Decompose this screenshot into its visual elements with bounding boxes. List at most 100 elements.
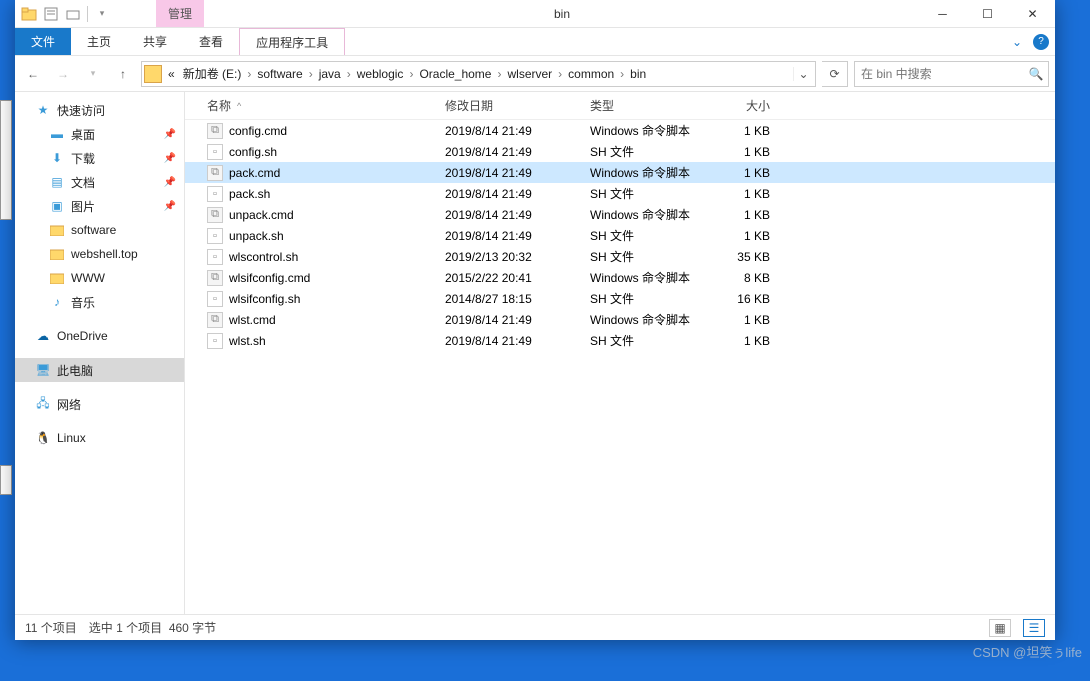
status-selected: 选中 1 个项目 460 字节 xyxy=(89,619,216,636)
tab-file[interactable]: 文件 xyxy=(15,28,71,55)
nav-label: OneDrive xyxy=(57,329,108,343)
file-name: wlsifconfig.sh xyxy=(229,292,300,306)
nav-pictures[interactable]: ▣图片📌 xyxy=(15,194,184,218)
file-name: config.sh xyxy=(229,145,277,159)
breadcrumb-item[interactable]: wlserver xyxy=(503,67,556,81)
breadcrumb-item[interactable]: weblogic xyxy=(353,67,408,81)
file-name: config.cmd xyxy=(229,124,287,138)
file-size: 1 KB xyxy=(712,208,780,222)
file-row[interactable]: ▫config.sh2019/8/14 21:49SH 文件1 KB xyxy=(185,141,1055,162)
breadcrumb-item[interactable]: 新加卷 (E:) xyxy=(179,67,246,81)
tab-view[interactable]: 查看 xyxy=(183,28,239,55)
view-details-button[interactable]: ☰ xyxy=(1023,619,1045,637)
ribbon-expand-icon[interactable]: ⌄ xyxy=(1007,28,1027,55)
tab-app-tools[interactable]: 应用程序工具 xyxy=(239,28,345,55)
nav-folder-software[interactable]: software xyxy=(15,218,184,242)
search-box[interactable]: 🔍 xyxy=(854,61,1049,87)
file-pane: 名称^ 修改日期 类型 大小 ⧉config.cmd2019/8/14 21:4… xyxy=(185,92,1055,614)
properties-icon[interactable] xyxy=(43,6,59,22)
nav-label: WWW xyxy=(71,271,105,285)
cloud-icon: ☁ xyxy=(35,328,51,344)
background-window-edge xyxy=(0,465,12,495)
file-size: 1 KB xyxy=(712,187,780,201)
file-row[interactable]: ⧉unpack.cmd2019/8/14 21:49Windows 命令脚本1 … xyxy=(185,204,1055,225)
file-row[interactable]: ▫wlst.sh2019/8/14 21:49SH 文件1 KB xyxy=(185,330,1055,351)
file-type: SH 文件 xyxy=(590,248,712,265)
nav-desktop[interactable]: ▬桌面📌 xyxy=(15,122,184,146)
file-row[interactable]: ⧉pack.cmd2019/8/14 21:49Windows 命令脚本1 KB xyxy=(185,162,1055,183)
file-name: wlsifconfig.cmd xyxy=(229,271,310,285)
nav-folder-webshell[interactable]: webshell.top xyxy=(15,242,184,266)
breadcrumb-item[interactable]: Oracle_home xyxy=(415,67,495,81)
folder-icon xyxy=(49,246,65,262)
nav-network[interactable]: 🖧网络 xyxy=(15,392,184,416)
titlebar[interactable]: ▾ 管理 bin ─ ☐ ✕ xyxy=(15,0,1055,28)
col-type[interactable]: 类型 xyxy=(590,97,712,114)
file-date: 2019/8/14 21:49 xyxy=(445,145,590,159)
file-row[interactable]: ▫wlsifconfig.sh2014/8/27 18:15SH 文件16 KB xyxy=(185,288,1055,309)
folder-icon xyxy=(49,270,65,286)
linux-icon: 🐧 xyxy=(35,430,51,446)
breadcrumb-item[interactable]: software xyxy=(253,67,306,81)
help-icon: ? xyxy=(1033,34,1049,50)
file-row[interactable]: ▫unpack.sh2019/8/14 21:49SH 文件1 KB xyxy=(185,225,1055,246)
file-name: wlst.cmd xyxy=(229,313,276,327)
nav-this-pc[interactable]: 🖥此电脑 xyxy=(15,358,184,382)
new-folder-icon[interactable] xyxy=(65,6,81,22)
nav-downloads[interactable]: ⬇下载📌 xyxy=(15,146,184,170)
chevron-right-icon[interactable]: › xyxy=(307,67,315,81)
file-row[interactable]: ⧉config.cmd2019/8/14 21:49Windows 命令脚本1 … xyxy=(185,120,1055,141)
breadcrumb-item[interactable]: bin xyxy=(626,67,650,81)
nav-onedrive[interactable]: ☁ OneDrive xyxy=(15,324,184,348)
status-bar: 11 个项目 选中 1 个项目 460 字节 ▦ ☰ xyxy=(15,614,1055,640)
file-icon: ▫ xyxy=(207,249,223,265)
close-button[interactable]: ✕ xyxy=(1010,0,1055,28)
file-row[interactable]: ⧉wlst.cmd2019/8/14 21:49Windows 命令脚本1 KB xyxy=(185,309,1055,330)
star-icon: ★ xyxy=(35,102,51,118)
search-input[interactable] xyxy=(855,67,1024,81)
file-icon: ⧉ xyxy=(207,207,223,223)
recent-dropdown[interactable]: ▾ xyxy=(81,62,105,86)
help-button[interactable]: ? xyxy=(1027,28,1055,55)
address-bar[interactable]: « 新加卷 (E:)›software›java›weblogic›Oracle… xyxy=(141,61,816,87)
file-name: wlst.sh xyxy=(229,334,266,348)
nav-label: 桌面 xyxy=(71,126,95,143)
document-icon: ▤ xyxy=(49,174,65,190)
col-name[interactable]: 名称^ xyxy=(185,97,445,114)
qat-dropdown-icon[interactable]: ▾ xyxy=(94,6,110,22)
file-row[interactable]: ⧉wlsifconfig.cmd2015/2/22 20:41Windows 命… xyxy=(185,267,1055,288)
breadcrumb-item[interactable]: common xyxy=(564,67,618,81)
chevron-right-icon[interactable]: › xyxy=(556,67,564,81)
nav-quick-access[interactable]: ★快速访问 xyxy=(15,98,184,122)
breadcrumb-overflow[interactable]: « xyxy=(164,67,179,81)
nav-music[interactable]: ♪音乐 xyxy=(15,290,184,314)
nav-documents[interactable]: ▤文档📌 xyxy=(15,170,184,194)
file-type: Windows 命令脚本 xyxy=(590,311,712,328)
file-row[interactable]: ▫pack.sh2019/8/14 21:49SH 文件1 KB xyxy=(185,183,1055,204)
file-type: SH 文件 xyxy=(590,185,712,202)
tab-share[interactable]: 共享 xyxy=(127,28,183,55)
search-icon[interactable]: 🔍 xyxy=(1024,67,1048,81)
minimize-button[interactable]: ─ xyxy=(920,0,965,28)
music-icon: ♪ xyxy=(49,294,65,310)
chevron-right-icon[interactable]: › xyxy=(345,67,353,81)
download-icon: ⬇ xyxy=(49,150,65,166)
nav-linux[interactable]: 🐧Linux xyxy=(15,426,184,450)
file-row[interactable]: ▫wlscontrol.sh2019/2/13 20:32SH 文件35 KB xyxy=(185,246,1055,267)
maximize-button[interactable]: ☐ xyxy=(965,0,1010,28)
up-button[interactable]: ↑ xyxy=(111,62,135,86)
breadcrumb-item[interactable]: java xyxy=(315,67,345,81)
path-dropdown-icon[interactable]: ⌄ xyxy=(793,67,813,81)
file-icon: ▫ xyxy=(207,333,223,349)
view-thumbnails-button[interactable]: ▦ xyxy=(989,619,1011,637)
file-date: 2019/2/13 20:32 xyxy=(445,250,590,264)
back-button[interactable]: ← xyxy=(21,62,45,86)
chevron-right-icon[interactable]: › xyxy=(618,67,626,81)
file-icon: ▫ xyxy=(207,144,223,160)
refresh-button[interactable]: ⟳ xyxy=(822,61,848,87)
tab-home[interactable]: 主页 xyxy=(71,28,127,55)
col-date[interactable]: 修改日期 xyxy=(445,97,590,114)
nav-folder-www[interactable]: WWW xyxy=(15,266,184,290)
col-size[interactable]: 大小 xyxy=(712,97,780,114)
forward-button[interactable]: → xyxy=(51,62,75,86)
